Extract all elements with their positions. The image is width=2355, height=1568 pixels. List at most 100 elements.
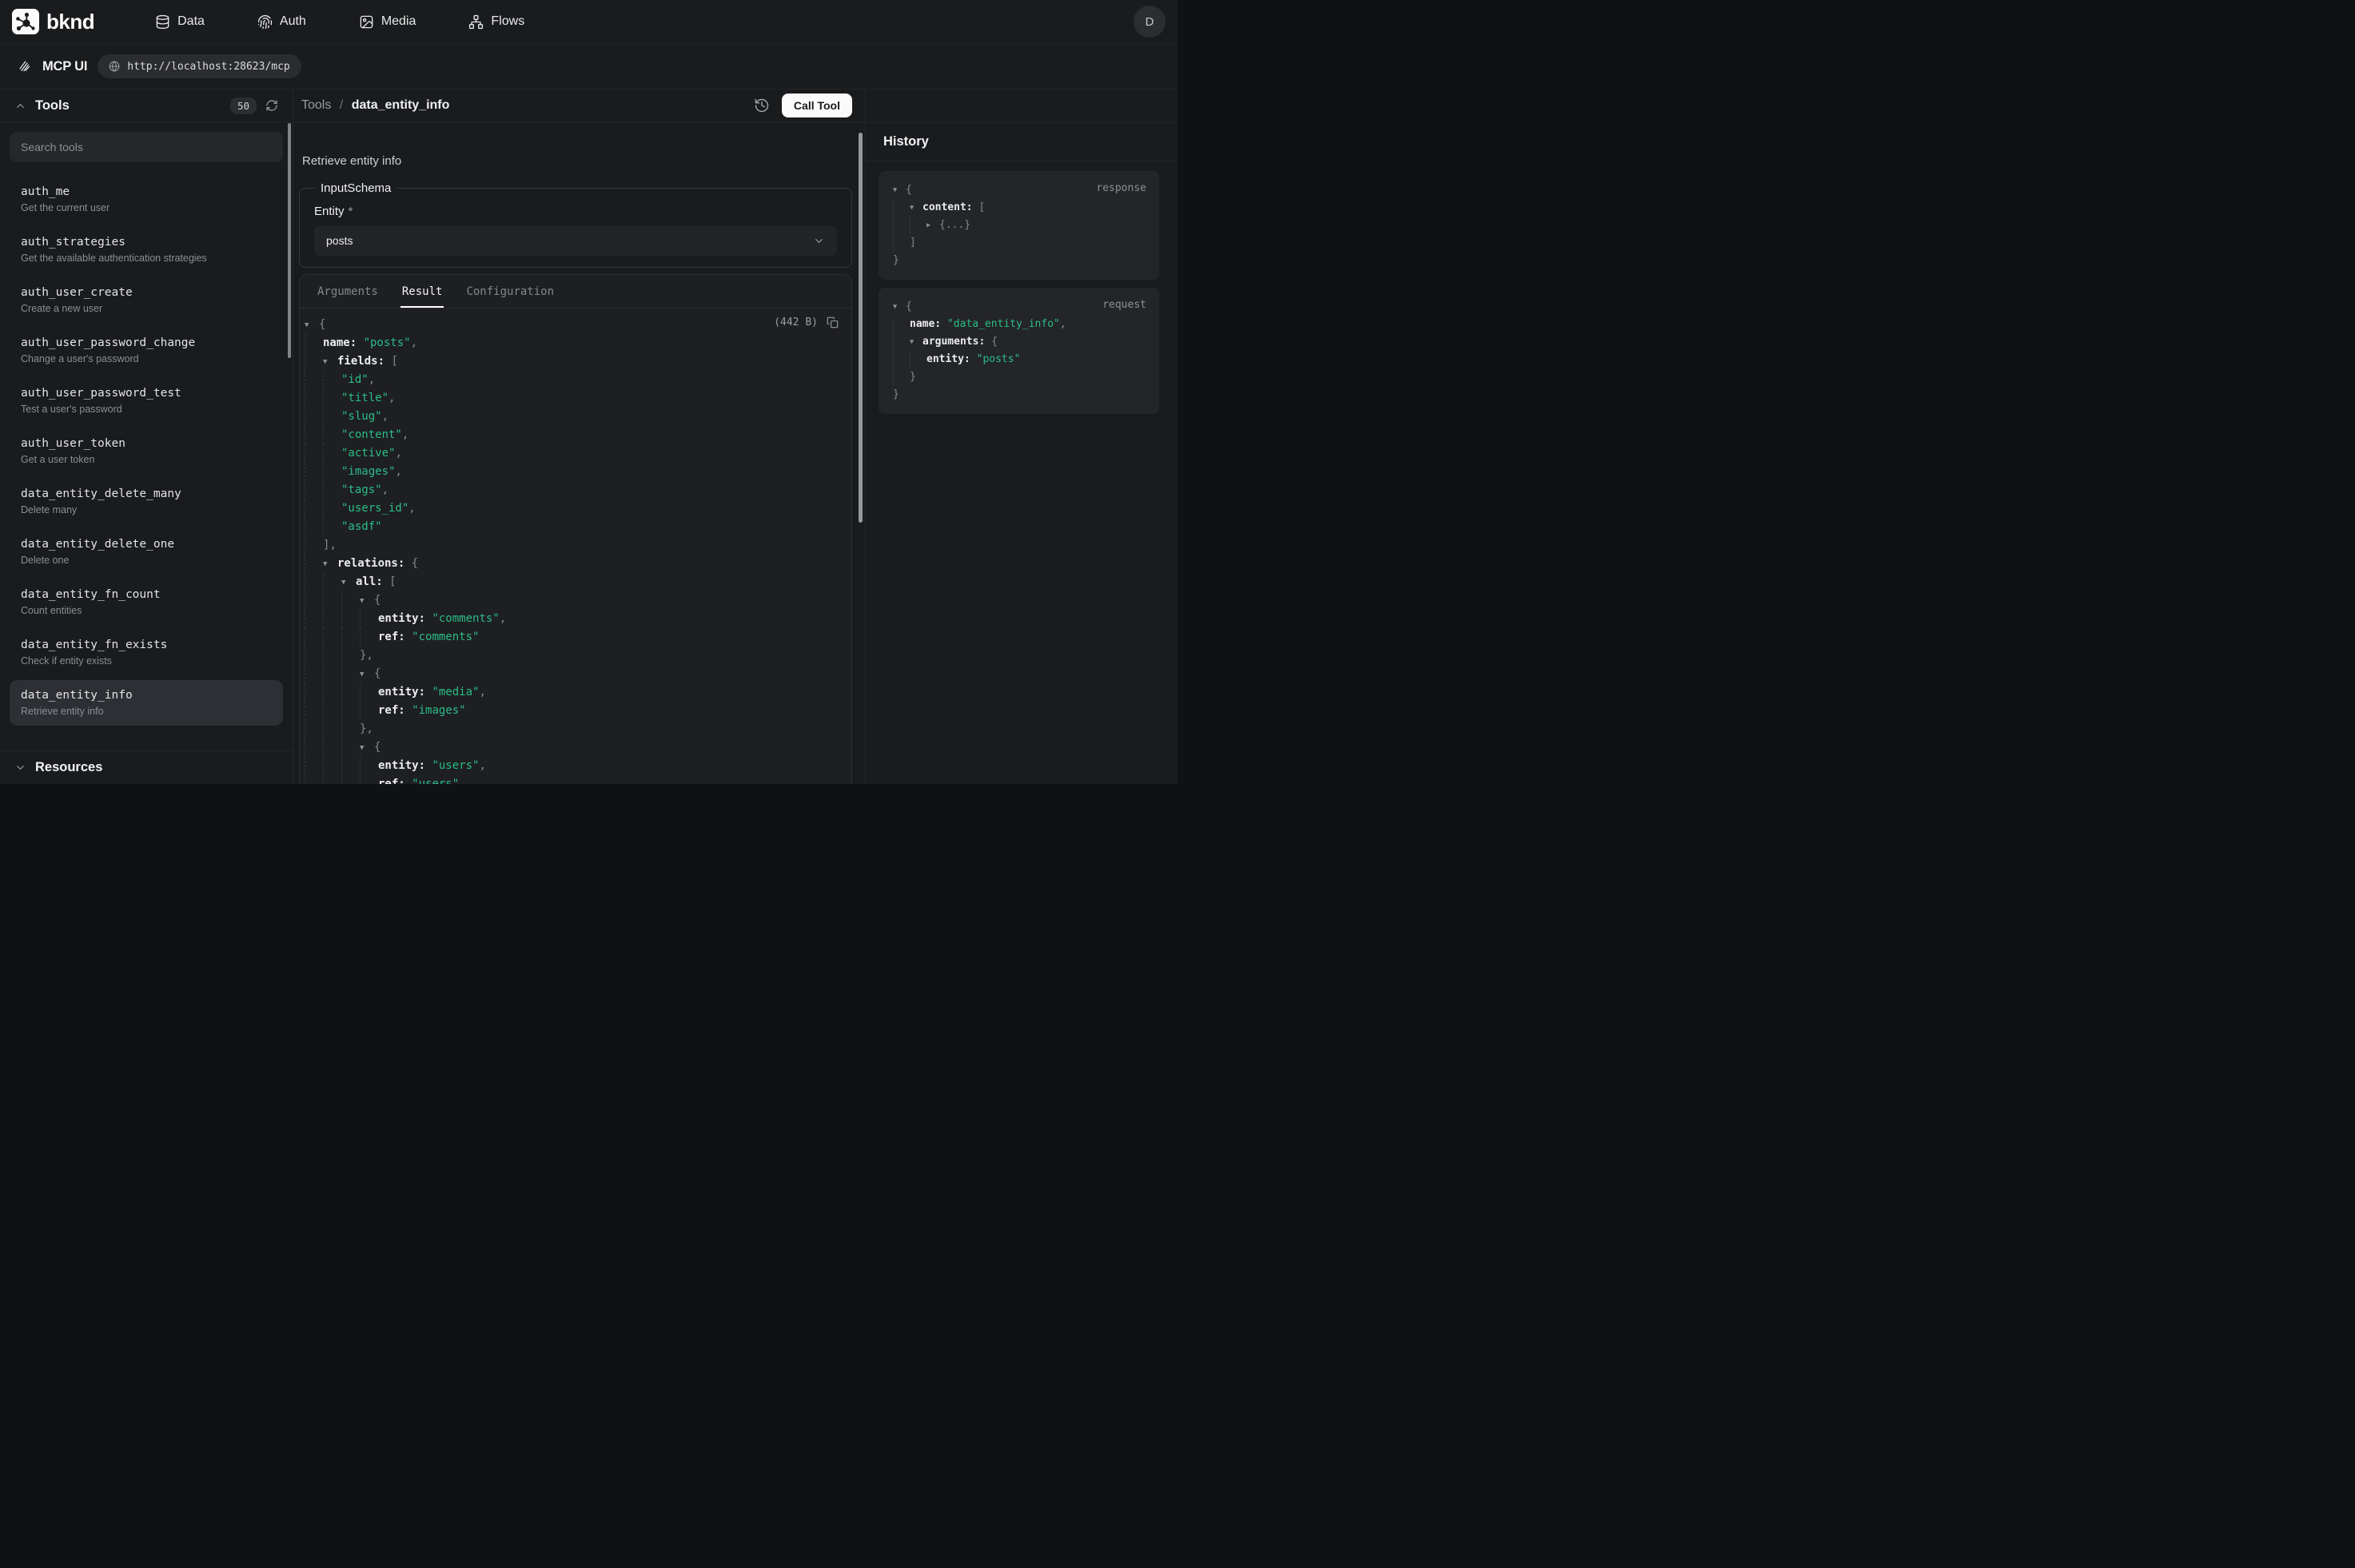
collapse-triangle-icon[interactable]: ▼ xyxy=(360,666,374,684)
collapse-triangle-icon[interactable]: ▼ xyxy=(323,555,337,574)
indent-guide xyxy=(305,444,323,463)
entity-field-label: Entity* xyxy=(314,205,837,218)
json-token: }, xyxy=(360,722,373,735)
nav-item-auth[interactable]: Auth xyxy=(257,14,306,30)
json-token: [ xyxy=(978,201,985,213)
indent-guide xyxy=(305,463,323,481)
tool-name: auth_user_token xyxy=(21,436,272,451)
json-token: , xyxy=(402,428,408,441)
sidebar-tool-item[interactable]: auth_user_createCreate a new user xyxy=(10,277,283,323)
chevron-up-icon xyxy=(14,100,26,112)
tool-description: Get the available authentication strateg… xyxy=(21,252,272,265)
sidebar-scrollbar-thumb[interactable] xyxy=(288,123,291,358)
collapse-triangle-icon[interactable]: ▼ xyxy=(305,316,319,335)
copy-icon[interactable] xyxy=(827,316,839,328)
expand-triangle-icon[interactable]: ▶ xyxy=(926,217,939,234)
indent-guide xyxy=(305,647,323,665)
json-line: ▼{ xyxy=(301,316,851,334)
collapse-triangle-icon[interactable]: ▼ xyxy=(323,353,337,372)
collapse-triangle-icon[interactable]: ▼ xyxy=(360,739,374,758)
collapse-triangle-icon[interactable]: ▼ xyxy=(910,199,922,217)
history-card[interactable]: request▼{name: "data_entity_info",▼argum… xyxy=(879,288,1159,414)
globe-icon xyxy=(109,61,120,72)
result-json-tree: (442 B) ▼{name: "posts",▼fields: ["id","… xyxy=(300,308,851,784)
json-line: }, xyxy=(301,647,851,665)
indent-guide xyxy=(341,628,360,647)
sidebar-tool-item[interactable]: data_entity_fn_existsCheck if entity exi… xyxy=(10,630,283,675)
main-scrollbar-thumb[interactable] xyxy=(859,133,863,523)
sidebar-tool-item[interactable]: auth_strategiesGet the available authent… xyxy=(10,227,283,273)
call-tool-button[interactable]: Call Tool xyxy=(782,94,852,117)
json-token: content: xyxy=(922,201,978,213)
nav-item-data[interactable]: Data xyxy=(155,14,205,30)
json-line: "title", xyxy=(301,389,851,408)
sidebar-tool-item[interactable]: data_entity_delete_manyDelete many xyxy=(10,479,283,524)
indent-guide xyxy=(323,426,341,444)
collapse-triangle-icon[interactable]: ▼ xyxy=(360,592,374,611)
indent-guide xyxy=(323,591,341,610)
json-token: { xyxy=(991,336,998,348)
search-input[interactable] xyxy=(10,132,283,162)
json-token: } xyxy=(910,371,916,383)
json-line: ▼{ xyxy=(301,738,851,757)
json-line: ] xyxy=(891,234,1146,252)
sidebar-tool-item[interactable]: auth_user_password_changeChange a user's… xyxy=(10,328,283,373)
brand-logo[interactable]: bknd xyxy=(12,9,94,34)
entity-select[interactable]: posts xyxy=(314,225,837,256)
collapse-triangle-icon[interactable]: ▼ xyxy=(341,574,356,592)
json-line: ▶{...} xyxy=(891,217,1146,234)
indent-guide xyxy=(323,408,341,426)
collapse-triangle-icon[interactable]: ▼ xyxy=(910,333,922,351)
tool-description: Get the current user xyxy=(21,201,272,214)
collapse-triangle-icon[interactable]: ▼ xyxy=(893,181,906,199)
indent-guide xyxy=(305,389,323,408)
entity-select-value: posts xyxy=(326,234,353,247)
history-card[interactable]: response▼{▼content: [▶{...}]} xyxy=(879,171,1159,280)
indent-guide xyxy=(305,352,323,371)
fingerprint-icon xyxy=(257,14,273,30)
nav-item-media[interactable]: Media xyxy=(359,14,416,30)
input-schema-legend: InputSchema xyxy=(316,181,396,195)
json-line: ▼arguments: { xyxy=(891,333,1146,351)
tab-result[interactable]: Result xyxy=(400,275,444,308)
refresh-icon[interactable] xyxy=(265,99,278,112)
json-token: , xyxy=(479,759,485,772)
json-token: "posts" xyxy=(364,336,411,349)
history-clock-icon[interactable] xyxy=(754,98,770,113)
tool-list: auth_me Get the current user auth_strategi… xyxy=(0,162,293,784)
tools-section-header[interactable]: Tools 50 xyxy=(0,90,293,122)
tool-name: auth_me xyxy=(21,185,272,199)
sidebar-tool-item[interactable]: data_entity_infoRetrieve entity info xyxy=(10,680,283,726)
required-mark: * xyxy=(349,205,353,218)
indent-guide xyxy=(305,628,323,647)
json-token: "tags" xyxy=(341,484,382,496)
mcp-url-chip[interactable]: http://localhost:28623/mcp xyxy=(98,54,301,78)
indent-guide xyxy=(305,426,323,444)
indent-guide xyxy=(323,683,341,702)
tab-arguments[interactable]: Arguments xyxy=(316,275,380,308)
nav-item-flows[interactable]: Flows xyxy=(468,14,524,30)
indent-guide xyxy=(323,518,341,536)
tab-configuration[interactable]: Configuration xyxy=(464,275,556,308)
json-token: "slug" xyxy=(341,410,382,423)
indent-guide xyxy=(360,757,378,775)
sidebar-tool-item[interactable]: auth_user_password_testTest a user's pas… xyxy=(10,378,283,424)
sidebar-tool-item[interactable]: data_entity_fn_countCount entities xyxy=(10,579,283,625)
json-token: name: xyxy=(323,336,364,349)
resources-section-header[interactable]: Resources xyxy=(0,750,293,784)
indent-guide xyxy=(360,610,378,628)
result-tabs-panel: Arguments Result Configuration (442 B) ▼… xyxy=(299,274,852,784)
sidebar-tool-item[interactable]: data_entity_delete_oneDelete one xyxy=(10,529,283,575)
json-line: } xyxy=(891,386,1146,404)
user-avatar[interactable]: D xyxy=(1134,6,1166,38)
tools-count-badge: 50 xyxy=(230,98,257,114)
sidebar-tool-item[interactable]: auth_me Get the current user xyxy=(10,177,283,222)
collapse-triangle-icon[interactable]: ▼ xyxy=(893,298,906,316)
indent-guide xyxy=(893,234,910,252)
indent-guide xyxy=(341,738,360,757)
sidebar-tool-item[interactable]: auth_user_tokenGet a user token xyxy=(10,428,283,474)
breadcrumb-section[interactable]: Tools xyxy=(301,98,331,112)
json-line: ▼all: [ xyxy=(301,573,851,591)
indent-guide xyxy=(893,316,910,333)
json-line: ▼content: [ xyxy=(891,199,1146,217)
